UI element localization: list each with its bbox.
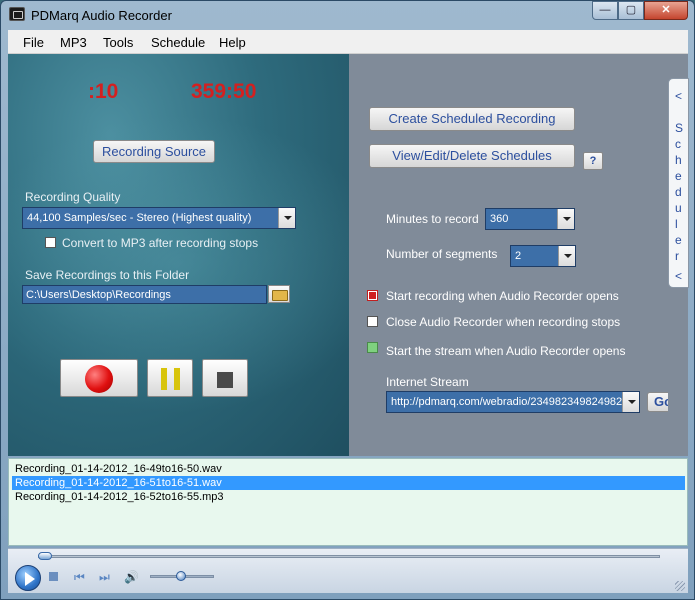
tab-letter: h	[675, 153, 682, 167]
chevron-down-icon	[622, 392, 639, 412]
internet-stream-dropdown[interactable]: http://pdmarq.com/webradio/2349823498249…	[386, 391, 640, 413]
start-stream-label: Start the stream when Audio Recorder ope…	[386, 344, 626, 358]
browse-folder-button[interactable]	[268, 285, 290, 303]
recordings-list: Recording_01-14-2012_16-49to16-50.wav Re…	[8, 458, 688, 546]
save-folder-label: Save Recordings to this Folder	[25, 268, 190, 282]
minutes-value: 360	[490, 213, 509, 225]
tab-letter: <	[675, 269, 683, 283]
scheduler-tab[interactable]: < S c h e d u l e r <	[668, 78, 689, 288]
chevron-down-icon	[278, 208, 295, 228]
convert-mp3-label: Convert to MP3 after recording stops	[62, 236, 259, 250]
player-stop-button[interactable]	[49, 572, 58, 581]
tab-letter: e	[675, 233, 682, 247]
view-edit-delete-schedules-button[interactable]: View/Edit/Delete Schedules	[369, 144, 575, 168]
create-scheduled-recording-button[interactable]: Create Scheduled Recording	[369, 107, 575, 131]
menu-help[interactable]: Help	[219, 35, 246, 50]
resize-grip[interactable]	[675, 581, 685, 591]
list-item[interactable]: Recording_01-14-2012_16-49to16-50.wav	[12, 462, 685, 476]
quality-label: Recording Quality	[25, 190, 121, 204]
minutes-dropdown[interactable]: 360	[485, 208, 575, 230]
seek-bar[interactable]	[38, 555, 660, 558]
pause-button[interactable]	[147, 359, 193, 397]
tab-letter: e	[675, 169, 682, 183]
save-folder-field[interactable]: C:\Users\Desktop\Recordings	[22, 285, 267, 304]
convert-mp3-checkbox[interactable]	[45, 237, 56, 248]
record-button[interactable]	[60, 359, 138, 397]
tab-letter: l	[675, 217, 678, 231]
stop-icon	[217, 372, 233, 388]
quality-dropdown[interactable]: 44,100 Samples/sec - Stereo (Highest qua…	[22, 207, 296, 229]
pause-icon	[161, 368, 167, 390]
tab-letter: u	[675, 201, 682, 215]
title-bar: PDMarq Audio Recorder — ▢ ✕	[1, 1, 694, 29]
close-recorder-checkbox[interactable]	[367, 316, 378, 327]
volume-knob[interactable]	[176, 571, 186, 581]
remaining-timer: 359:50	[191, 80, 257, 103]
quality-value: 44,100 Samples/sec - Stereo (Highest qua…	[27, 212, 252, 224]
seek-knob[interactable]	[38, 552, 52, 560]
menu-mp3[interactable]: MP3	[60, 35, 87, 50]
segments-value: 2	[515, 250, 522, 262]
list-item[interactable]: Recording_01-14-2012_16-51to16-51.wav	[12, 476, 685, 490]
caption-buttons: — ▢ ✕	[592, 1, 688, 20]
maximize-button[interactable]: ▢	[618, 1, 644, 20]
app-icon	[9, 7, 25, 21]
tab-letter: d	[675, 185, 682, 199]
chevron-down-icon	[558, 246, 575, 266]
tab-letter: <	[675, 89, 683, 103]
schedule-panel: Create Scheduled Recording View/Edit/Del…	[349, 54, 679, 456]
speaker-icon[interactable]: 🔊	[124, 570, 139, 584]
tab-letter: r	[675, 249, 679, 263]
elapsed-timer: :10	[88, 80, 119, 103]
tab-letter: c	[675, 137, 681, 151]
window-title: PDMarq Audio Recorder	[31, 8, 172, 23]
start-stream-checkbox[interactable]	[367, 342, 378, 353]
segments-dropdown[interactable]: 2	[510, 245, 576, 267]
skip-back-icon[interactable]: ⏮	[74, 570, 85, 585]
close-recorder-label: Close Audio Recorder when recording stop…	[386, 315, 621, 329]
chevron-down-icon	[557, 209, 574, 229]
segments-label: Number of segments	[386, 247, 498, 261]
menu-file[interactable]: File	[23, 35, 44, 50]
menu-tools[interactable]: Tools	[103, 35, 133, 50]
recorder-panel: :10 359:50 Recording Source Recording Qu…	[8, 54, 349, 456]
internet-stream-value: http://pdmarq.com/webradio/2349823498249…	[391, 396, 640, 408]
menu-bar: File MP3 Tools Schedule Help	[8, 30, 688, 54]
close-button[interactable]: ✕	[644, 1, 688, 20]
stop-button[interactable]	[202, 359, 248, 397]
help-button[interactable]: ?	[583, 152, 603, 170]
app-window: PDMarq Audio Recorder — ▢ ✕ File MP3 Too…	[0, 0, 695, 600]
start-recording-label: Start recording when Audio Recorder open…	[386, 289, 619, 303]
internet-stream-label: Internet Stream	[386, 375, 469, 389]
minimize-button[interactable]: —	[592, 1, 618, 20]
start-recording-checkbox[interactable]	[367, 290, 378, 301]
menu-schedule[interactable]: Schedule	[151, 35, 205, 50]
list-item[interactable]: Recording_01-14-2012_16-52to16-55.mp3	[12, 490, 685, 504]
media-player: ⏮ ⏭ 🔊	[8, 548, 688, 593]
play-button[interactable]	[15, 565, 41, 591]
recording-source-button[interactable]: Recording Source	[93, 140, 215, 163]
pause-icon-bar	[174, 368, 180, 390]
tab-letter: S	[675, 121, 684, 135]
minutes-label: Minutes to record	[386, 212, 479, 226]
skip-forward-icon[interactable]: ⏭	[99, 570, 110, 585]
record-icon	[85, 365, 113, 393]
